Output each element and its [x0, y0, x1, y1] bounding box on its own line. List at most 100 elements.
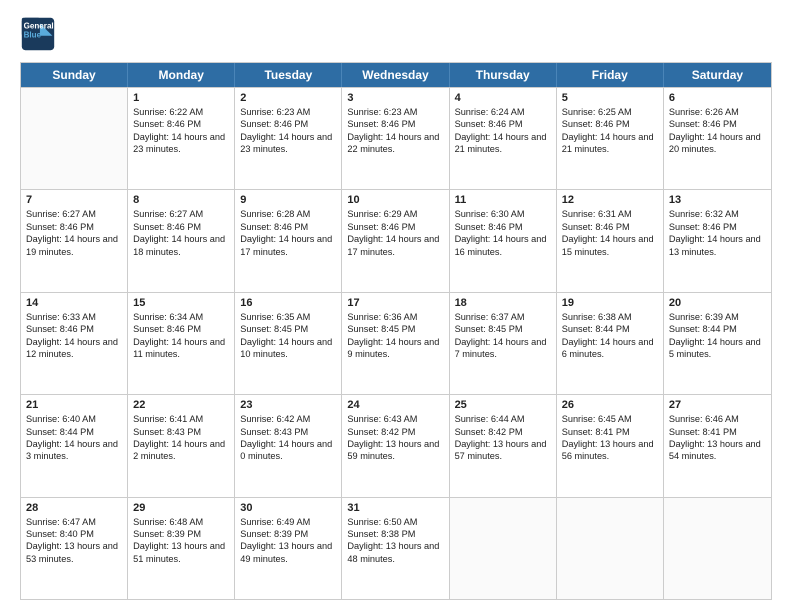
- daylight-text: Daylight: 13 hours and 54 minutes.: [669, 438, 766, 463]
- sunrise-text: Sunrise: 6:50 AM: [347, 516, 443, 528]
- daylight-text: Daylight: 14 hours and 17 minutes.: [347, 233, 443, 258]
- calendar-cell: 12 Sunrise: 6:31 AM Sunset: 8:46 PM Dayl…: [557, 190, 664, 291]
- day-number: 2: [240, 92, 336, 104]
- header-saturday: Saturday: [664, 63, 771, 87]
- calendar-cell: 29 Sunrise: 6:48 AM Sunset: 8:39 PM Dayl…: [128, 498, 235, 599]
- calendar-cell: 10 Sunrise: 6:29 AM Sunset: 8:46 PM Dayl…: [342, 190, 449, 291]
- logo-icon: General Blue: [20, 16, 56, 52]
- header-friday: Friday: [557, 63, 664, 87]
- calendar-cell: 24 Sunrise: 6:43 AM Sunset: 8:42 PM Dayl…: [342, 395, 449, 496]
- sunrise-text: Sunrise: 6:43 AM: [347, 413, 443, 425]
- daylight-text: Daylight: 14 hours and 7 minutes.: [455, 336, 551, 361]
- sunrise-text: Sunrise: 6:22 AM: [133, 106, 229, 118]
- calendar-cell: [664, 498, 771, 599]
- calendar: Sunday Monday Tuesday Wednesday Thursday…: [20, 62, 772, 600]
- sunset-text: Sunset: 8:43 PM: [133, 426, 229, 438]
- calendar-cell: [21, 88, 128, 189]
- day-number: 1: [133, 92, 229, 104]
- sunrise-text: Sunrise: 6:26 AM: [669, 106, 766, 118]
- sunset-text: Sunset: 8:46 PM: [562, 118, 658, 130]
- sunset-text: Sunset: 8:41 PM: [669, 426, 766, 438]
- calendar-cell: 7 Sunrise: 6:27 AM Sunset: 8:46 PM Dayli…: [21, 190, 128, 291]
- calendar-cell: 5 Sunrise: 6:25 AM Sunset: 8:46 PM Dayli…: [557, 88, 664, 189]
- sunrise-text: Sunrise: 6:42 AM: [240, 413, 336, 425]
- day-number: 16: [240, 297, 336, 309]
- sunrise-text: Sunrise: 6:47 AM: [26, 516, 122, 528]
- sunrise-text: Sunrise: 6:34 AM: [133, 311, 229, 323]
- calendar-cell: 22 Sunrise: 6:41 AM Sunset: 8:43 PM Dayl…: [128, 395, 235, 496]
- day-number: 13: [669, 194, 766, 206]
- daylight-text: Daylight: 13 hours and 51 minutes.: [133, 540, 229, 565]
- day-number: 5: [562, 92, 658, 104]
- calendar-cell: 25 Sunrise: 6:44 AM Sunset: 8:42 PM Dayl…: [450, 395, 557, 496]
- sunrise-text: Sunrise: 6:27 AM: [133, 208, 229, 220]
- day-number: 22: [133, 399, 229, 411]
- daylight-text: Daylight: 14 hours and 16 minutes.: [455, 233, 551, 258]
- daylight-text: Daylight: 13 hours and 56 minutes.: [562, 438, 658, 463]
- sunset-text: Sunset: 8:44 PM: [669, 323, 766, 335]
- day-number: 19: [562, 297, 658, 309]
- calendar-cell: 2 Sunrise: 6:23 AM Sunset: 8:46 PM Dayli…: [235, 88, 342, 189]
- sunset-text: Sunset: 8:46 PM: [347, 118, 443, 130]
- daylight-text: Daylight: 13 hours and 53 minutes.: [26, 540, 122, 565]
- calendar-cell: [557, 498, 664, 599]
- header-wednesday: Wednesday: [342, 63, 449, 87]
- sunrise-text: Sunrise: 6:33 AM: [26, 311, 122, 323]
- calendar-header-row: Sunday Monday Tuesday Wednesday Thursday…: [21, 63, 771, 87]
- sunset-text: Sunset: 8:46 PM: [669, 221, 766, 233]
- calendar-cell: 13 Sunrise: 6:32 AM Sunset: 8:46 PM Dayl…: [664, 190, 771, 291]
- calendar-cell: 21 Sunrise: 6:40 AM Sunset: 8:44 PM Dayl…: [21, 395, 128, 496]
- sunset-text: Sunset: 8:43 PM: [240, 426, 336, 438]
- header-tuesday: Tuesday: [235, 63, 342, 87]
- day-number: 30: [240, 502, 336, 514]
- daylight-text: Daylight: 14 hours and 13 minutes.: [669, 233, 766, 258]
- calendar-cell: 11 Sunrise: 6:30 AM Sunset: 8:46 PM Dayl…: [450, 190, 557, 291]
- daylight-text: Daylight: 14 hours and 17 minutes.: [240, 233, 336, 258]
- daylight-text: Daylight: 14 hours and 0 minutes.: [240, 438, 336, 463]
- calendar-cell: 14 Sunrise: 6:33 AM Sunset: 8:46 PM Dayl…: [21, 293, 128, 394]
- sunrise-text: Sunrise: 6:28 AM: [240, 208, 336, 220]
- daylight-text: Daylight: 14 hours and 12 minutes.: [26, 336, 122, 361]
- sunset-text: Sunset: 8:44 PM: [26, 426, 122, 438]
- day-number: 4: [455, 92, 551, 104]
- sunrise-text: Sunrise: 6:38 AM: [562, 311, 658, 323]
- sunset-text: Sunset: 8:46 PM: [455, 221, 551, 233]
- sunset-text: Sunset: 8:46 PM: [240, 221, 336, 233]
- day-number: 9: [240, 194, 336, 206]
- calendar-week-5: 28 Sunrise: 6:47 AM Sunset: 8:40 PM Dayl…: [21, 497, 771, 599]
- sunrise-text: Sunrise: 6:46 AM: [669, 413, 766, 425]
- calendar-week-4: 21 Sunrise: 6:40 AM Sunset: 8:44 PM Dayl…: [21, 394, 771, 496]
- sunrise-text: Sunrise: 6:23 AM: [347, 106, 443, 118]
- day-number: 27: [669, 399, 766, 411]
- day-number: 11: [455, 194, 551, 206]
- calendar-cell: 4 Sunrise: 6:24 AM Sunset: 8:46 PM Dayli…: [450, 88, 557, 189]
- header-sunday: Sunday: [21, 63, 128, 87]
- daylight-text: Daylight: 14 hours and 6 minutes.: [562, 336, 658, 361]
- daylight-text: Daylight: 13 hours and 57 minutes.: [455, 438, 551, 463]
- calendar-cell: 1 Sunrise: 6:22 AM Sunset: 8:46 PM Dayli…: [128, 88, 235, 189]
- calendar-cell: 30 Sunrise: 6:49 AM Sunset: 8:39 PM Dayl…: [235, 498, 342, 599]
- sunset-text: Sunset: 8:39 PM: [133, 528, 229, 540]
- daylight-text: Daylight: 14 hours and 3 minutes.: [26, 438, 122, 463]
- sunset-text: Sunset: 8:46 PM: [133, 323, 229, 335]
- calendar-cell: 3 Sunrise: 6:23 AM Sunset: 8:46 PM Dayli…: [342, 88, 449, 189]
- day-number: 28: [26, 502, 122, 514]
- sunrise-text: Sunrise: 6:30 AM: [455, 208, 551, 220]
- sunset-text: Sunset: 8:46 PM: [240, 118, 336, 130]
- day-number: 24: [347, 399, 443, 411]
- sunset-text: Sunset: 8:46 PM: [133, 118, 229, 130]
- calendar-week-1: 1 Sunrise: 6:22 AM Sunset: 8:46 PM Dayli…: [21, 87, 771, 189]
- calendar-cell: 19 Sunrise: 6:38 AM Sunset: 8:44 PM Dayl…: [557, 293, 664, 394]
- daylight-text: Daylight: 14 hours and 18 minutes.: [133, 233, 229, 258]
- sunrise-text: Sunrise: 6:49 AM: [240, 516, 336, 528]
- sunrise-text: Sunrise: 6:45 AM: [562, 413, 658, 425]
- calendar-cell: 27 Sunrise: 6:46 AM Sunset: 8:41 PM Dayl…: [664, 395, 771, 496]
- calendar-week-3: 14 Sunrise: 6:33 AM Sunset: 8:46 PM Dayl…: [21, 292, 771, 394]
- sunset-text: Sunset: 8:46 PM: [133, 221, 229, 233]
- sunset-text: Sunset: 8:44 PM: [562, 323, 658, 335]
- day-number: 23: [240, 399, 336, 411]
- daylight-text: Daylight: 13 hours and 59 minutes.: [347, 438, 443, 463]
- sunset-text: Sunset: 8:41 PM: [562, 426, 658, 438]
- daylight-text: Daylight: 14 hours and 9 minutes.: [347, 336, 443, 361]
- sunrise-text: Sunrise: 6:48 AM: [133, 516, 229, 528]
